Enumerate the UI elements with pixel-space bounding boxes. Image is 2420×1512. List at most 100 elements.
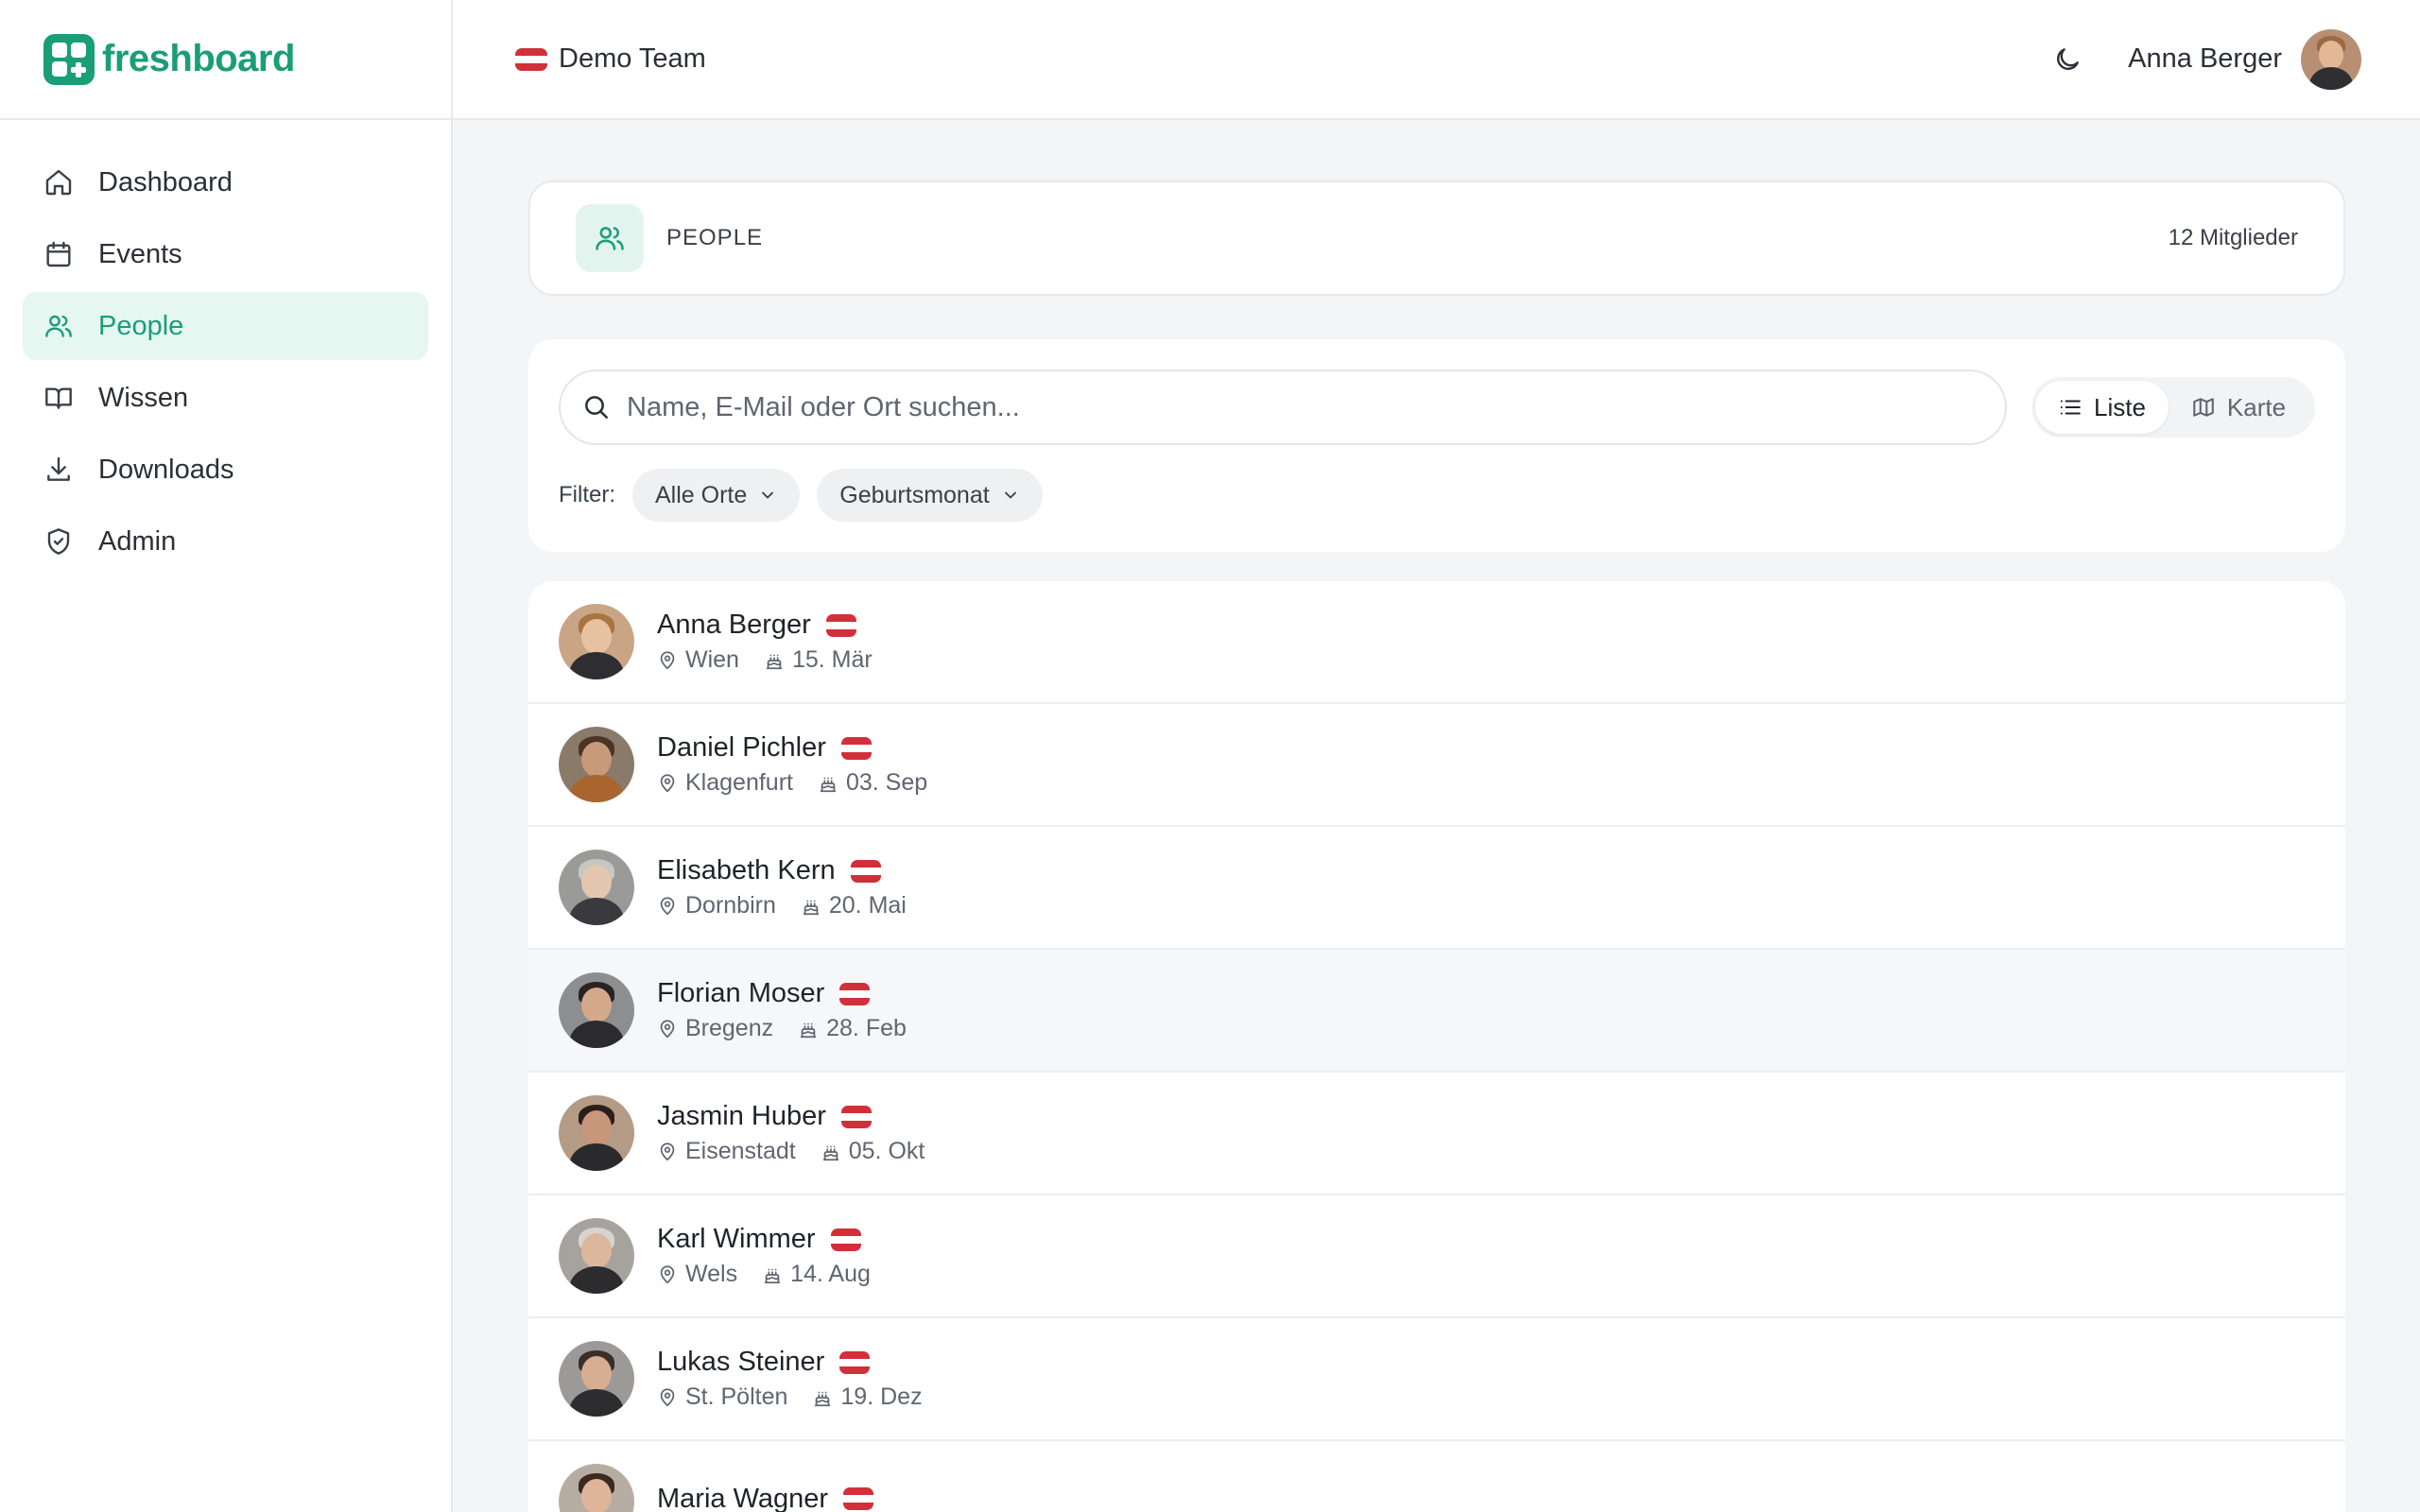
- chevron-down-icon: [762, 491, 774, 499]
- view-list-button[interactable]: Liste: [2035, 381, 2169, 434]
- birth-month-filter-label: Geburtsmonat: [839, 481, 990, 508]
- cake-icon: [822, 1145, 838, 1160]
- people-list: Anna Berger Wien 15. Mär Daniel Pichler …: [528, 581, 2345, 1512]
- calendar-icon: [46, 241, 71, 267]
- filter-row: Filter: Alle Orte Geburtsmonat: [559, 469, 1060, 522]
- logo-text: freshboard: [102, 38, 295, 79]
- view-toggle: Liste Karte: [2031, 377, 2315, 438]
- cake-icon: [800, 1022, 817, 1038]
- person-city: Eisenstadt: [685, 1138, 796, 1164]
- sidebar-item-label: People: [98, 310, 184, 341]
- person-birthday: 14. Aug: [790, 1261, 871, 1287]
- person-row[interactable]: Maria Wagner: [528, 1441, 2345, 1512]
- map-pin-icon: [660, 1142, 675, 1160]
- sidebar-item-label: Events: [98, 238, 182, 269]
- team-name[interactable]: Demo Team: [559, 43, 706, 75]
- person-city: Wien: [685, 646, 739, 673]
- person-name: Anna Berger: [657, 610, 811, 640]
- person-row[interactable]: Florian Moser Bregenz 28. Feb: [528, 950, 2345, 1073]
- theme-toggle-button[interactable]: [2048, 41, 2086, 78]
- view-list-label: Liste: [2094, 392, 2146, 421]
- person-birthday: 19. Dez: [840, 1383, 923, 1410]
- person-avatar: [559, 1464, 634, 1512]
- sidebar-item-label: Dashboard: [98, 166, 233, 198]
- person-birthday: 03. Sep: [845, 769, 928, 796]
- chevron-down-icon: [1004, 491, 1016, 499]
- user-avatar[interactable]: [2301, 28, 2361, 90]
- austria-flag-icon: [839, 1350, 871, 1374]
- sidebar-item-admin[interactable]: Admin: [23, 507, 428, 576]
- austria-flag-icon: [825, 613, 856, 637]
- person-row[interactable]: Anna Berger Wien 15. Mär: [528, 581, 2345, 704]
- cake-icon: [764, 1268, 781, 1283]
- sidebar-item-dashboard[interactable]: Dashboard: [23, 148, 428, 216]
- sidebar-nav: Dashboard Events People Wissen Downloads…: [0, 120, 451, 608]
- sidebar-item-wissen[interactable]: Wissen: [23, 364, 428, 432]
- austria-flag-icon: [840, 736, 872, 760]
- sidebar-item-events[interactable]: Events: [23, 220, 428, 288]
- person-avatar: [559, 727, 634, 802]
- list-icon: [2060, 400, 2081, 415]
- person-name: Maria Wagner: [657, 1483, 829, 1512]
- map-pin-icon: [660, 773, 675, 792]
- person-row[interactable]: Elisabeth Kern Dornbirn 20. Mai: [528, 827, 2345, 950]
- person-avatar: [559, 1218, 634, 1294]
- cake-icon: [820, 777, 837, 792]
- shield-icon: [47, 528, 70, 555]
- moon-icon: [2057, 47, 2080, 70]
- users-icon: [45, 315, 72, 337]
- austria-flag-icon: [830, 1228, 861, 1251]
- user-name[interactable]: Anna Berger: [2128, 43, 2282, 75]
- map-pin-icon: [660, 1264, 675, 1283]
- logo[interactable]: freshboard: [0, 0, 451, 120]
- person-birthday: 15. Mär: [791, 646, 873, 673]
- book-icon: [45, 387, 72, 409]
- map-pin-icon: [660, 650, 675, 669]
- person-name: Elisabeth Kern: [657, 855, 836, 885]
- person-row[interactable]: Karl Wimmer Wels 14. Aug: [528, 1195, 2345, 1318]
- person-row[interactable]: Daniel Pichler Klagenfurt 03. Sep: [528, 704, 2345, 827]
- person-city: Klagenfurt: [685, 769, 793, 796]
- person-avatar: [559, 972, 634, 1048]
- logo-icon: [43, 33, 95, 85]
- cake-icon: [815, 1391, 831, 1406]
- map-icon: [2193, 398, 2214, 417]
- filter-label: Filter:: [559, 482, 615, 507]
- person-row[interactable]: Jasmin Huber Eisenstadt 05. Okt: [528, 1073, 2345, 1195]
- sidebar-item-downloads[interactable]: Downloads: [23, 436, 428, 504]
- person-birthday: 20. Mai: [828, 892, 907, 919]
- person-avatar: [559, 1341, 634, 1417]
- person-city: Bregenz: [685, 1015, 774, 1041]
- people-header-icon: [576, 204, 644, 272]
- person-name: Jasmin Huber: [657, 1101, 826, 1131]
- person-avatar: [559, 1095, 634, 1171]
- austria-flag-icon: [840, 1105, 872, 1128]
- page-title: PEOPLE: [666, 225, 764, 250]
- sidebar-item-label: Admin: [98, 525, 177, 557]
- download-icon: [47, 456, 70, 481]
- search-icon: [585, 396, 608, 419]
- cake-icon: [803, 900, 820, 915]
- person-name: Florian Moser: [657, 978, 825, 1008]
- view-map-button[interactable]: Karte: [2169, 381, 2308, 434]
- sidebar-item-label: Downloads: [98, 454, 234, 485]
- search-input[interactable]: [627, 391, 1950, 423]
- austria-flag-icon: [850, 859, 881, 883]
- person-row[interactable]: Lukas Steiner St. Pölten 19. Dez: [528, 1318, 2345, 1441]
- map-pin-icon: [660, 1387, 675, 1406]
- location-filter-label: Alle Orte: [655, 481, 748, 508]
- person-avatar: [559, 850, 634, 925]
- birth-month-filter-dropdown[interactable]: Geburtsmonat: [817, 469, 1043, 522]
- map-pin-icon: [660, 896, 675, 915]
- search-box[interactable]: [559, 369, 2007, 445]
- sidebar-item-people[interactable]: People: [23, 292, 428, 360]
- member-count: 12 Mitglieder: [2168, 225, 2298, 250]
- person-name: Lukas Steiner: [657, 1347, 825, 1377]
- person-name: Karl Wimmer: [657, 1224, 816, 1254]
- location-filter-dropdown[interactable]: Alle Orte: [632, 469, 801, 522]
- person-avatar: [559, 604, 634, 679]
- person-city: St. Pölten: [685, 1383, 788, 1410]
- map-pin-icon: [660, 1019, 675, 1038]
- person-birthday: 05. Okt: [848, 1138, 925, 1164]
- person-name: Daniel Pichler: [657, 732, 826, 763]
